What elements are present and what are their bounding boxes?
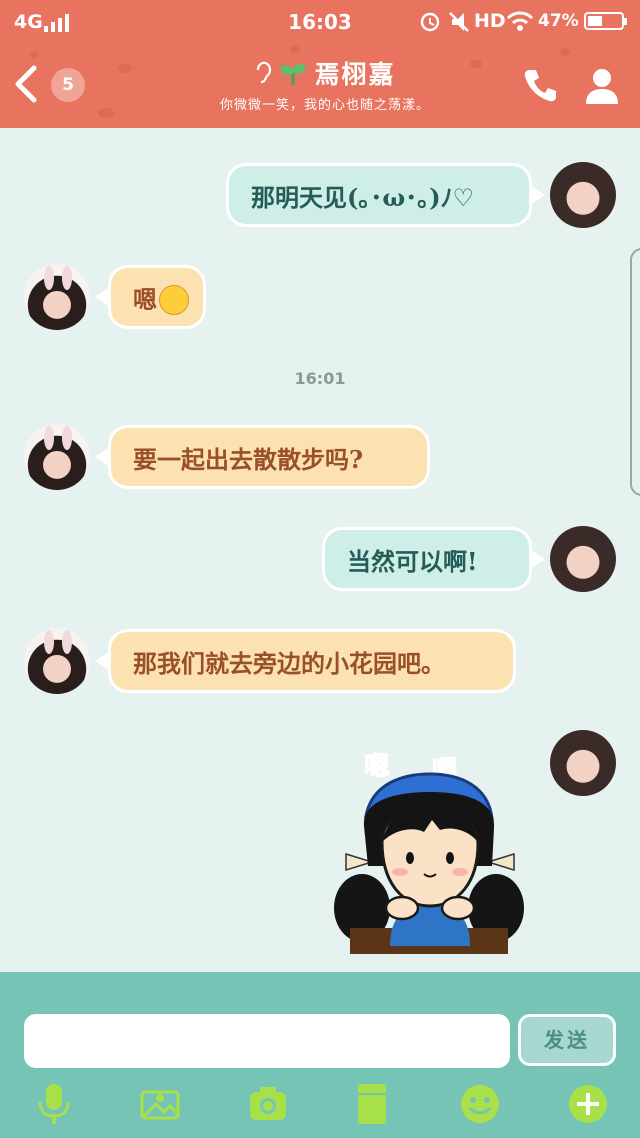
message-text: 那明天见(｡･ω･｡)ﾉ♡ — [251, 183, 475, 212]
mute-icon — [449, 12, 469, 32]
message-text: 当然可以啊! — [347, 547, 478, 576]
message-bubble-incoming[interactable]: 嗯 — [95, 265, 206, 329]
input-bar: 发送 — [0, 972, 640, 1138]
contact-avatar[interactable] — [24, 264, 90, 330]
profile-icon[interactable] — [582, 66, 622, 106]
battery-icon — [584, 12, 627, 30]
message-text: 要一起出去散散步吗? — [133, 445, 364, 474]
message-text: 嗯 — [133, 285, 157, 314]
battery-percent: 47% — [538, 11, 579, 31]
sprout-icon — [280, 64, 307, 85]
contact-name: 焉栩嘉 — [314, 60, 396, 89]
message-bubble-incoming[interactable]: 要一起出去散散步吗? — [95, 425, 430, 489]
phone-icon[interactable] — [522, 66, 558, 104]
my-avatar[interactable] — [550, 526, 616, 592]
send-button[interactable]: 发送 — [518, 1014, 616, 1066]
message-bubble-incoming[interactable]: 那我们就去旁边的小花园吧。 — [95, 629, 516, 693]
contact-avatar[interactable] — [24, 424, 90, 490]
emoji-icon[interactable] — [458, 1082, 502, 1126]
message-input[interactable] — [24, 1014, 510, 1068]
back-button[interactable] — [8, 62, 44, 106]
chat-title-area[interactable]: 焉栩嘉 你微微一笑，我的心也随之荡漾。 — [180, 56, 470, 113]
message-timestamp: 16:01 — [294, 369, 346, 388]
smiling-face-emoji-icon — [159, 284, 189, 315]
camera-icon[interactable] — [246, 1082, 290, 1126]
mic-icon[interactable] — [32, 1082, 76, 1126]
my-avatar[interactable] — [550, 730, 616, 796]
girl-sticker-icon — [334, 772, 524, 954]
unread-count-badge[interactable]: 5 — [51, 68, 85, 102]
message-text: 那我们就去旁边的小花园吧。 — [133, 649, 445, 678]
plus-icon[interactable] — [566, 1082, 610, 1126]
ear-icon — [257, 61, 272, 84]
contact-avatar[interactable] — [24, 628, 90, 694]
image-icon[interactable] — [138, 1082, 182, 1126]
wifi-icon — [506, 11, 534, 31]
file-icon[interactable] — [350, 1082, 394, 1126]
app-header: 4G 16:03 HD 47% 5 焉栩嘉 你微微一笑，我的心也随之荡漾。 — [0, 0, 640, 128]
contact-signature: 你微微一笑，我的心也随之荡漾。 — [219, 98, 430, 113]
alarm-icon — [420, 12, 440, 32]
message-bubble-outgoing[interactable]: 当然可以啊! — [322, 527, 545, 591]
hd-label: HD — [474, 10, 506, 32]
status-bar: 4G 16:03 HD 47% — [0, 0, 640, 42]
message-bubble-outgoing[interactable]: 那明天见(｡･ω･｡)ﾉ♡ — [226, 163, 545, 227]
sticker-message[interactable]: 嗯 嗯 — [332, 746, 528, 954]
chat-area[interactable]: 那明天见(｡･ω･｡)ﾉ♡ 嗯 16:01 要一起出去散散步吗? 当然可以啊! … — [0, 128, 640, 972]
my-avatar[interactable] — [550, 162, 616, 228]
